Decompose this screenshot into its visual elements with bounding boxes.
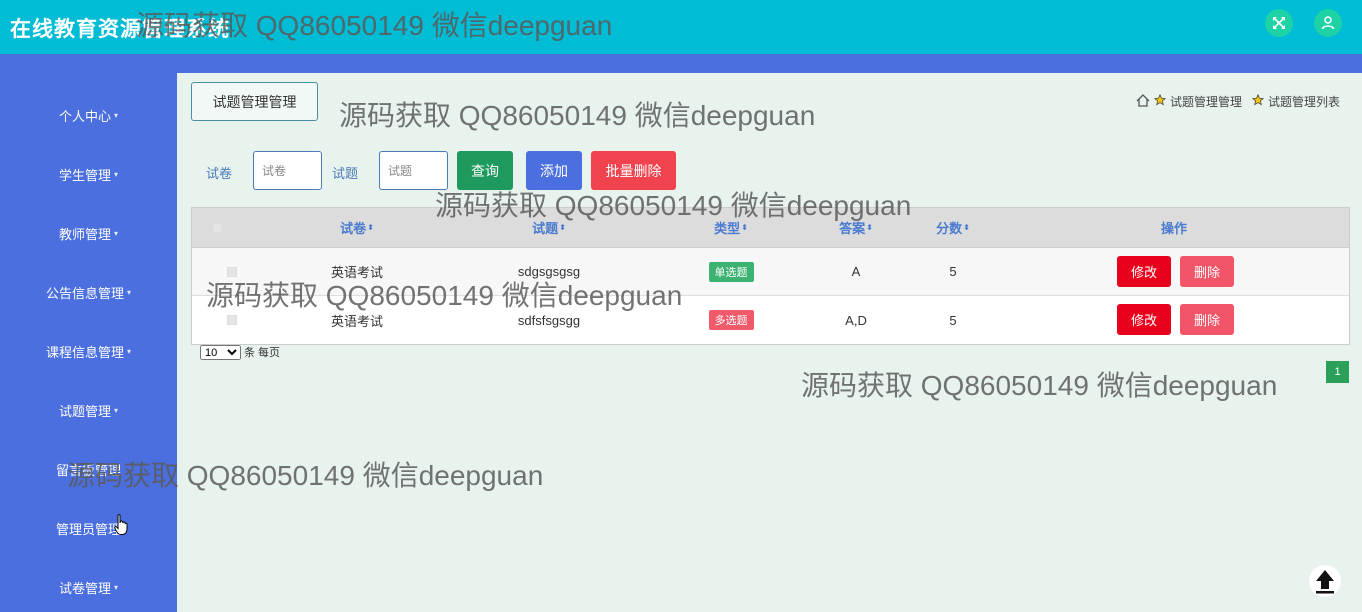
paper-search-label: 试卷 [206, 166, 233, 181]
type-badge: 多选题 [708, 310, 754, 330]
sidebar-item-papers[interactable]: 试卷管理 ▾ [0, 575, 177, 599]
watermark: 源码获取 QQ86050149 微信deepguan [801, 370, 1278, 401]
sidebar-item-label: 学生管理 [58, 167, 111, 183]
sidebar-item-label: 教师管理 [58, 226, 111, 242]
user-icon[interactable] [1314, 9, 1342, 37]
page-size-control: 10 条 每页 [200, 344, 280, 360]
sidebar-item-label: 个人中心 [58, 108, 111, 124]
main-content: 试题管理管理 试题管理管理 试题管理列表 试卷 试题 查询 添加 批量删除 试卷… [177, 73, 1362, 612]
sidebar-item-personal-center[interactable]: 个人中心 ▾ [0, 103, 177, 127]
chevron-down-icon: ▾ [127, 346, 132, 356]
breadcrumb: 试题管理管理 试题管理列表 [1136, 93, 1340, 110]
chevron-down-icon: ▾ [127, 287, 132, 297]
watermark: 源码获取 QQ86050149 微信deepguan [339, 100, 816, 131]
sidebar: 个人中心 ▾ 学生管理 ▾ 教师管理 ▾ 公告信息管理 ▾ 课程信息管理 ▾ 试题管理 ▾ … [0, 73, 177, 612]
star-icon [1251, 93, 1265, 109]
paper-search-input[interactable] [253, 151, 322, 190]
sidebar-item-label: 公告信息管理 [45, 285, 124, 301]
watermark: 源码获取 QQ86050149 微信deepguan [206, 280, 683, 311]
chevron-down-icon: ▾ [114, 169, 119, 179]
sort-icon: ⬍ [559, 223, 566, 232]
type-badge: 单选题 [708, 261, 754, 282]
sort-icon: ⬍ [963, 223, 970, 232]
sidebar-item-label: 管理员管理 [55, 521, 121, 537]
edit-button[interactable]: 修改 [1117, 304, 1171, 335]
hand-cursor-icon [114, 514, 128, 541]
breadcrumb-item[interactable]: 试题管理管理 [1170, 93, 1242, 110]
page-size-select[interactable]: 10 [200, 344, 241, 360]
chevron-down-icon: ▾ [114, 228, 119, 238]
select-all-checkbox[interactable] [212, 208, 222, 247]
chevron-down-icon: ▾ [114, 405, 119, 415]
chevron-down-icon: ▾ [114, 110, 119, 120]
sidebar-item-admins[interactable]: 管理员管理 [0, 516, 177, 540]
question-search-label: 试题 [332, 166, 359, 181]
sidebar-item-label: 课程信息管理 [45, 344, 124, 360]
sidebar-item-label: 试题管理 [58, 403, 111, 419]
sidebar-item-questions[interactable]: 试题管理 ▾ [0, 398, 177, 422]
delete-button[interactable]: 删除 [1180, 304, 1234, 335]
fullscreen-icon[interactable] [1265, 9, 1293, 37]
sidebar-item-label: 试卷管理 [58, 580, 111, 596]
page-button-current[interactable]: 1 [1326, 361, 1349, 383]
sidebar-item-students[interactable]: 学生管理 ▾ [0, 162, 177, 186]
sort-icon: ⬍ [866, 223, 873, 232]
page-title: 试题管理管理 [191, 82, 318, 121]
sidebar-item-teachers[interactable]: 教师管理 ▾ [0, 221, 177, 245]
breadcrumb-current: 试题管理列表 [1267, 95, 1340, 109]
type-cell: 单选题 [666, 248, 796, 295]
per-page-label: 条 每页 [244, 347, 281, 359]
col-paper[interactable]: 试卷 ⬍ [292, 208, 422, 247]
star-icon [1153, 93, 1167, 109]
type-cell: 多选题 [666, 296, 796, 344]
sort-icon: ⬍ [367, 223, 374, 232]
sort-icon: ⬍ [741, 223, 748, 232]
delete-button[interactable]: 删除 [1180, 256, 1234, 287]
back-to-top-icon[interactable] [1309, 565, 1341, 597]
header-strip [0, 54, 1362, 73]
watermark: 源码获取 QQ86050149 微信deepguan [67, 460, 544, 491]
watermark: 源码获取 QQ86050149 微信deepguan [435, 190, 912, 221]
sidebar-item-announcements[interactable]: 公告信息管理 ▾ [0, 280, 177, 304]
col-actions: 操作 [1160, 221, 1187, 236]
score-cell: 5 [949, 312, 957, 328]
score-cell: 5 [949, 264, 957, 279]
edit-button[interactable]: 修改 [1117, 256, 1171, 287]
home-icon[interactable] [1136, 93, 1150, 110]
chevron-down-icon: ▾ [114, 582, 119, 592]
watermark: 源码获取 QQ86050149 微信deepguan [136, 10, 613, 41]
sidebar-item-courses[interactable]: 课程信息管理 ▾ [0, 339, 177, 363]
